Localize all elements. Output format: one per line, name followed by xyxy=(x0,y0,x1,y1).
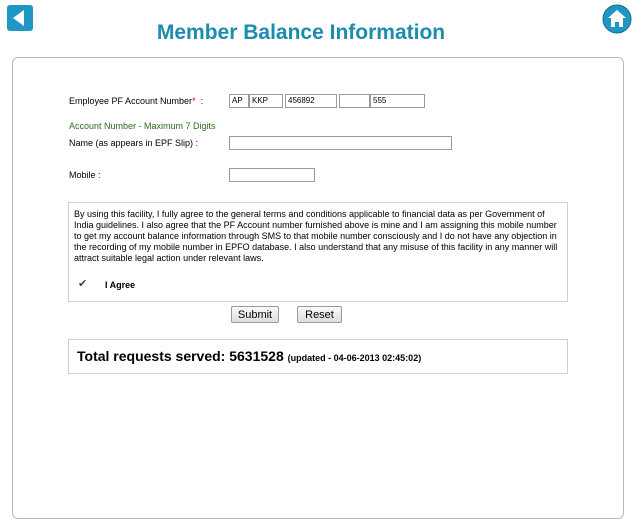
mobile-field[interactable] xyxy=(229,168,315,182)
agree-label: I Agree xyxy=(105,280,136,290)
pf-region-field[interactable] xyxy=(229,94,249,108)
reset-button[interactable]: Reset xyxy=(297,306,342,323)
pf-account-field[interactable] xyxy=(370,94,425,108)
pf-account-colon: : xyxy=(200,96,204,106)
pf-establishment-field[interactable] xyxy=(285,94,337,108)
home-button[interactable] xyxy=(602,4,632,34)
pf-office-field[interactable] xyxy=(249,94,283,108)
pf-extension-field[interactable] xyxy=(339,94,370,108)
terms-text: By using this facility, I fully agree to… xyxy=(74,209,558,263)
required-marker: * xyxy=(192,96,196,106)
terms-box: By using this facility, I fully agree to… xyxy=(68,202,568,302)
pf-account-label: Employee PF Account Number* : xyxy=(69,96,203,106)
name-field[interactable] xyxy=(229,136,452,150)
agree-checkbox-icon[interactable]: ✔ xyxy=(78,277,87,290)
home-icon xyxy=(602,4,632,34)
mobile-label: Mobile : xyxy=(69,170,101,180)
total-requests-text: Total requests served: 5631528 xyxy=(77,348,284,364)
account-number-hint: Account Number - Maximum 7 Digits xyxy=(69,121,216,131)
page-title: Member Balance Information xyxy=(156,21,446,44)
name-label: Name (as appears in EPF Slip) : xyxy=(69,138,199,148)
updated-timestamp: (updated - 04-06-2013 02:45:02) xyxy=(287,353,422,363)
submit-button[interactable]: Submit xyxy=(231,306,279,323)
pf-account-label-text: Employee PF Account Number xyxy=(69,96,193,106)
stats-box: Total requests served: 5631528 (updated … xyxy=(68,339,568,374)
stats-line: Total requests served: 5631528 (updated … xyxy=(77,348,421,364)
